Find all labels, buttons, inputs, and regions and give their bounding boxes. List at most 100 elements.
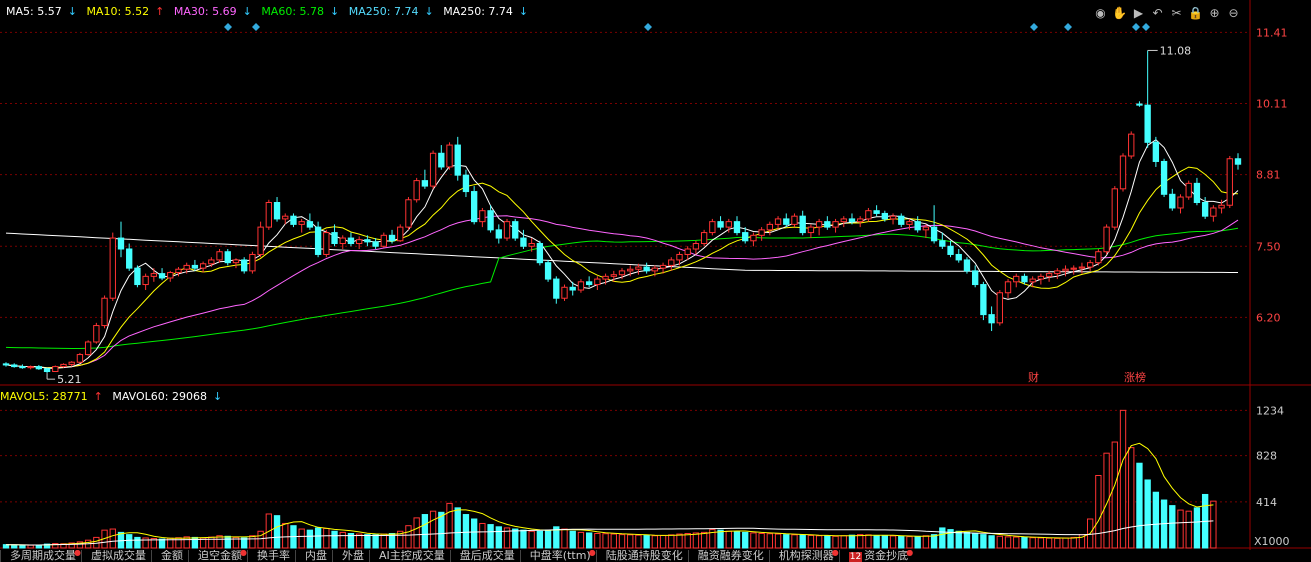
candle-body [725,221,732,228]
candle-body [1210,207,1217,217]
price-tick-label: 6.20 [1256,311,1281,324]
candle-body [1152,141,1160,162]
tab-institution-detector[interactable]: 机构探测器 ● [768,550,839,562]
candle-body [199,263,207,269]
lock-icon[interactable]: 🔒 [1188,5,1203,20]
candle-body [889,215,897,220]
candle-body [1160,160,1168,195]
tab-ai-main-volume[interactable]: AI主控成交量 [369,550,450,562]
tab-outer-volume[interactable]: 外盘 [332,550,369,562]
candle-body [840,218,847,223]
volume-bar [799,534,806,549]
zoom-in-icon[interactable]: ⊕ [1207,5,1222,20]
tab-inner-volume[interactable]: 内盘 [295,550,332,562]
candle-body [824,221,831,228]
volume-bar [158,538,166,549]
ma5-line [5,139,1239,369]
volume-bar [1193,507,1201,549]
candle-body [635,266,642,270]
tab-turnover[interactable]: 换手率 [247,550,295,562]
volume-bar [774,533,782,549]
volume-bar [610,533,617,549]
volume-bar [889,535,897,549]
candle-body [438,152,445,168]
candle-body [1078,266,1086,269]
hand-icon[interactable]: ✋ [1112,5,1127,20]
candle-body [446,144,453,168]
candle-body [651,267,659,272]
tab-pe-ttm[interactable]: 中盘率(ttm) ● [519,550,596,562]
volume-bar [364,534,371,549]
volume-bar [742,531,749,549]
ma250-legend-a: MA250: 7.74 ↓ [348,5,434,18]
tab-after-hours-volume[interactable]: 盘后成交量 [449,550,520,562]
candle-body [479,210,486,223]
candle-body [265,202,272,228]
volume-legend: MAVOL5: 28771 ↑ MAVOL60: 29068 ↓ [0,390,228,403]
volume-bar [1128,447,1135,549]
play-icon[interactable]: ▶ [1131,5,1146,20]
eye-icon[interactable]: ◉ [1093,5,1108,20]
candle-body [922,226,930,231]
price-legend: MA5: 5.57 ↓ MA10: 5.52 ↑ MA30: 5.69 ↓ MA60:… [6,5,534,18]
tab-short-squeeze-amount[interactable]: 迫空金额 ● [188,550,247,562]
candle-body [495,229,502,239]
event-zhangbang-label: 涨榜 [1124,370,1146,384]
candle-body [955,253,962,261]
event-marker-icon [644,23,652,31]
tab-amount[interactable]: 金额 [151,550,188,562]
tab-northbound-holdings[interactable]: 陆股通持股变化 [595,550,688,562]
volume-bar [372,534,379,549]
candle-body [553,278,560,299]
candle-body [865,210,872,220]
volume-bar [1070,536,1077,549]
volume-bar [898,535,905,549]
candle-body [774,218,782,225]
candle-body [150,273,158,277]
candle-body [1103,226,1110,253]
candle-body [561,286,568,299]
candle-body [405,199,412,228]
undo-icon[interactable]: ↶ [1150,5,1165,20]
ma60-legend: MA60: 5.78 ↓ [261,5,340,18]
volume-bar [487,524,494,549]
tab-virtual-volume[interactable]: 虚拟成交量 [81,550,151,562]
event-marker-icon [252,23,260,31]
volume-bar [224,535,231,549]
volume-bar [659,535,667,549]
volume-bar [750,532,757,549]
candle-body [158,273,166,279]
candle-body [290,215,297,225]
volume-bar [914,536,921,549]
tab-multi-period-volume[interactable]: 多周期成交量 ● [0,550,81,562]
stock-chart[interactable]: 11.41 10.11 8.81 7.50 6.20 1234 828 414 X1000 11.… [0,0,1311,562]
volume-bar [865,534,872,549]
volume-bar [249,535,256,549]
zoom-out-icon[interactable]: ⊖ [1226,5,1241,20]
candle-body [27,366,34,369]
volume-bar [257,530,264,549]
candle-body [364,239,371,243]
ma30-legend: MA30: 5.69 ↓ [173,5,252,18]
candle-body [939,240,946,247]
mavol60-legend: MAVOL60: 29068 ↓ [112,390,223,403]
indicator-tabs: 多周期成交量 ● 虚拟成交量 金额 迫空金额 ● 换手率 内盘 外盘 AI主控成交量… [0,550,1311,562]
candle-body [421,180,429,187]
volume-bar [561,528,568,549]
volume-tick-label: 1234 [1256,404,1284,417]
volume-bar [462,514,470,549]
scissors-icon[interactable]: ✂ [1169,5,1184,20]
candle-body [848,218,856,223]
candle-body [1234,158,1242,165]
volume-bar [282,522,289,549]
volume-bar [1021,536,1028,549]
volume-bar [733,531,741,549]
volume-bar [676,533,683,549]
candle-body [585,281,593,286]
tab-margin-change[interactable]: 融资融券变化 [687,550,769,562]
tab-fund-bottom[interactable]: 12 资金抄底 ● [838,550,913,562]
volume-bar [766,533,774,549]
volume-bar [594,533,601,549]
candle-body [347,237,355,245]
candle-body [1128,133,1135,157]
